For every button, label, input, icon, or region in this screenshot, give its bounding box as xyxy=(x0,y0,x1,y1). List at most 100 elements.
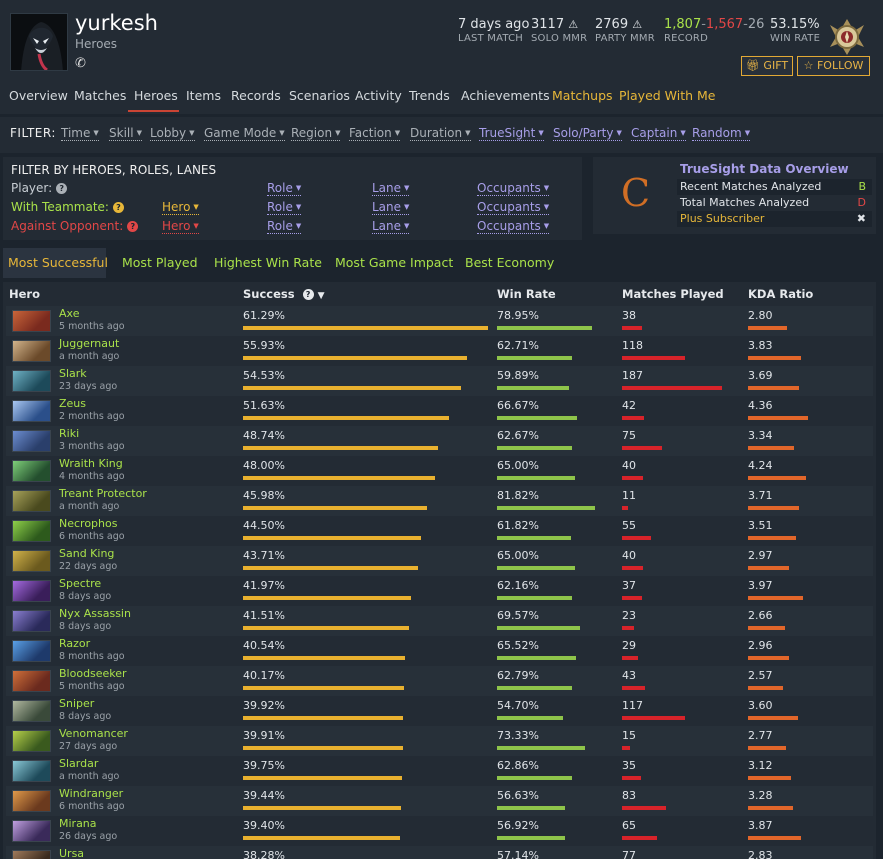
table-row[interactable]: Juggernaut a month ago 55.93% 62.71% 118 3.83 xyxy=(6,336,873,366)
nav-scenarios[interactable]: Scenarios xyxy=(289,88,350,103)
tab-highest-win-rate[interactable]: Highest Win Rate xyxy=(214,255,322,270)
hero-name-link[interactable]: Juggernaut xyxy=(59,337,119,350)
opponent-role-dropdown[interactable]: Role ▼ xyxy=(267,219,302,234)
warning-icon[interactable]: ⚠ xyxy=(632,18,642,31)
filter-faction[interactable]: Faction ▼ xyxy=(349,126,401,141)
tab-most-played[interactable]: Most Played xyxy=(122,255,198,270)
tab-most-game-impact[interactable]: Most Game Impact xyxy=(335,255,453,270)
filter-captain[interactable]: Captain ▼ xyxy=(631,126,686,141)
help-icon[interactable]: ? xyxy=(127,221,139,232)
table-row[interactable]: Spectre 8 days ago 41.97% 62.16% 37 3.97 xyxy=(6,576,873,606)
hero-name-link[interactable]: Wraith King xyxy=(59,457,123,470)
filter-random[interactable]: Random ▼ xyxy=(692,126,751,141)
nav-matches[interactable]: Matches xyxy=(74,88,126,103)
hero-portrait[interactable] xyxy=(12,640,51,662)
filter-game-mode[interactable]: Game Mode ▼ xyxy=(204,126,285,141)
table-row[interactable]: Windranger 6 months ago 39.44% 56.63% 83 3.28 xyxy=(6,786,873,816)
hero-name-link[interactable]: Nyx Assassin xyxy=(59,607,131,620)
filter-solo-party[interactable]: Solo/Party ▼ xyxy=(553,126,622,141)
help-icon[interactable]: ? xyxy=(112,202,124,213)
help-icon[interactable]: ? xyxy=(302,289,314,300)
table-row[interactable]: Axe 5 months ago 61.29% 78.95% 38 2.80 xyxy=(6,306,873,336)
table-row[interactable]: Nyx Assassin 8 days ago 41.51% 69.57% 23 2.66 xyxy=(6,606,873,636)
hero-portrait[interactable] xyxy=(12,520,51,542)
teammate-occupants-dropdown[interactable]: Occupants ▼ xyxy=(477,200,550,215)
nav-trends[interactable]: Trends xyxy=(409,88,450,103)
hero-portrait[interactable] xyxy=(12,850,51,859)
table-row[interactable]: Riki 3 months ago 48.74% 62.67% 75 3.34 xyxy=(6,426,873,456)
col-header-matches-played[interactable]: Matches Played xyxy=(622,287,724,301)
table-row[interactable]: Bloodseeker 5 months ago 40.17% 62.79% 43 2.5… xyxy=(6,666,873,696)
opponent-occupants-dropdown[interactable]: Occupants ▼ xyxy=(477,219,550,234)
nav-matchups[interactable]: Matchups xyxy=(552,88,613,103)
table-row[interactable]: Sand King 22 days ago 43.71% 65.00% 40 2.97 xyxy=(6,546,873,576)
filter-duration[interactable]: Duration ▼ xyxy=(410,126,471,141)
table-row[interactable]: Treant Protector a month ago 45.98% 81.82% 1… xyxy=(6,486,873,516)
hero-portrait[interactable] xyxy=(12,310,51,332)
hero-name-link[interactable]: Treant Protector xyxy=(59,487,147,500)
nav-played-with-me[interactable]: Played With Me xyxy=(619,88,716,103)
hero-portrait[interactable] xyxy=(12,790,51,812)
hero-portrait[interactable] xyxy=(12,340,51,362)
filter-lobby[interactable]: Lobby ▼ xyxy=(150,126,195,141)
table-row[interactable]: Slark 23 days ago 54.53% 59.89% 187 3.69 xyxy=(6,366,873,396)
hero-name-link[interactable]: Sniper xyxy=(59,697,94,710)
hero-name-link[interactable]: Spectre xyxy=(59,577,101,590)
filter-truesight[interactable]: TrueSight ▼ xyxy=(479,126,544,141)
hero-portrait[interactable] xyxy=(12,820,51,842)
hero-portrait[interactable] xyxy=(12,550,51,572)
hero-name-link[interactable]: Axe xyxy=(59,307,79,320)
truesight-row-plus[interactable]: Plus Subscriber ✖ xyxy=(677,211,872,227)
nav-items[interactable]: Items xyxy=(186,88,221,103)
table-row[interactable]: Razor 8 months ago 40.54% 65.52% 29 2.96 xyxy=(6,636,873,666)
tab-best-economy[interactable]: Best Economy xyxy=(465,255,554,270)
hero-portrait[interactable] xyxy=(12,460,51,482)
hero-name-link[interactable]: Ursa xyxy=(59,847,84,859)
hero-name-link[interactable]: Windranger xyxy=(59,787,123,800)
nav-activity[interactable]: Activity xyxy=(355,88,402,103)
hero-name-link[interactable]: Bloodseeker xyxy=(59,667,127,680)
hero-name-link[interactable]: Venomancer xyxy=(59,727,128,740)
nav-overview[interactable]: Overview xyxy=(9,88,68,103)
table-row[interactable]: Wraith King 4 months ago 48.00% 65.00% 40 4.2… xyxy=(6,456,873,486)
teammate-hero-dropdown[interactable]: Hero ▼ xyxy=(162,200,199,215)
hero-portrait[interactable] xyxy=(12,730,51,752)
col-header-kda-ratio[interactable]: KDA Ratio xyxy=(748,287,813,301)
filter-skill[interactable]: Skill ▼ xyxy=(109,126,142,141)
table-row[interactable]: Mirana 26 days ago 39.40% 56.92% 65 3.87 xyxy=(6,816,873,846)
hero-portrait[interactable] xyxy=(12,580,51,602)
teammate-lane-dropdown[interactable]: Lane ▼ xyxy=(372,200,410,215)
table-row[interactable]: Zeus 2 months ago 51.63% 66.67% 42 4.36 xyxy=(6,396,873,426)
nav-heroes[interactable]: Heroes xyxy=(134,88,178,103)
hero-name-link[interactable]: Razor xyxy=(59,637,90,650)
player-role-dropdown[interactable]: Role ▼ xyxy=(267,181,302,196)
opponent-lane-dropdown[interactable]: Lane ▼ xyxy=(372,219,410,234)
nav-achievements[interactable]: Achievements xyxy=(461,88,550,103)
hero-name-link[interactable]: Necrophos xyxy=(59,517,117,530)
table-row[interactable]: Venomancer 27 days ago 39.91% 73.33% 15 2.77 xyxy=(6,726,873,756)
warning-icon[interactable]: ⚠ xyxy=(568,18,578,31)
col-header-success[interactable]: Success ? ▼ xyxy=(243,287,325,301)
avatar[interactable] xyxy=(10,13,68,71)
filter-region[interactable]: Region ▼ xyxy=(291,126,341,141)
tab-most-successful[interactable]: Most Successful xyxy=(8,255,108,270)
hero-portrait[interactable] xyxy=(12,700,51,722)
hero-name-link[interactable]: Sand King xyxy=(59,547,114,560)
table-row[interactable]: Sniper 8 days ago 39.92% 54.70% 117 3.60 xyxy=(6,696,873,726)
player-occupants-dropdown[interactable]: Occupants ▼ xyxy=(477,181,550,196)
hero-portrait[interactable] xyxy=(12,490,51,512)
teammate-role-dropdown[interactable]: Role ▼ xyxy=(267,200,302,215)
follow-button[interactable]: ☆ FOLLOW xyxy=(797,56,870,76)
opponent-hero-dropdown[interactable]: Hero ▼ xyxy=(162,219,199,234)
hero-name-link[interactable]: Slardar xyxy=(59,757,98,770)
col-header-hero[interactable]: Hero xyxy=(9,287,40,301)
player-lane-dropdown[interactable]: Lane ▼ xyxy=(372,181,410,196)
hero-name-link[interactable]: Mirana xyxy=(59,817,97,830)
table-row[interactable]: Necrophos 6 months ago 44.50% 61.82% 55 3.51 xyxy=(6,516,873,546)
hero-name-link[interactable]: Riki xyxy=(59,427,79,440)
hero-portrait[interactable] xyxy=(12,610,51,632)
table-row[interactable]: Ursa 38.28% 57.14% 77 2.83 xyxy=(6,846,873,859)
truesight-title[interactable]: TrueSight Data Overview xyxy=(680,162,849,176)
hero-name-link[interactable]: Slark xyxy=(59,367,87,380)
hero-portrait[interactable] xyxy=(12,670,51,692)
